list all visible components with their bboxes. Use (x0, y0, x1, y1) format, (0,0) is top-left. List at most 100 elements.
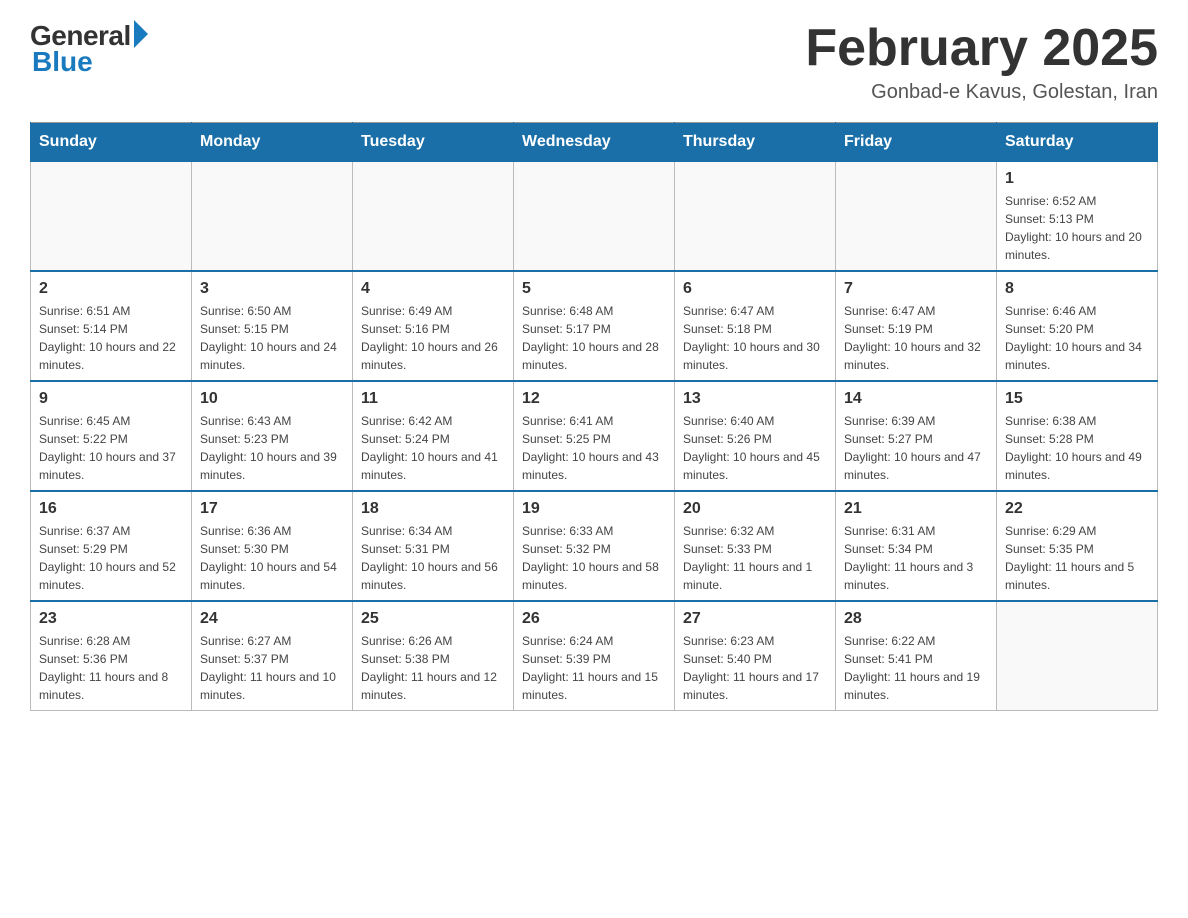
calendar-day-cell (836, 162, 997, 272)
day-sun-info: Sunrise: 6:51 AM Sunset: 5:14 PM Dayligh… (39, 302, 183, 374)
day-sun-info: Sunrise: 6:38 AM Sunset: 5:28 PM Dayligh… (1005, 412, 1149, 484)
day-sun-info: Sunrise: 6:27 AM Sunset: 5:37 PM Dayligh… (200, 632, 344, 704)
day-number: 26 (522, 610, 666, 628)
day-sun-info: Sunrise: 6:32 AM Sunset: 5:33 PM Dayligh… (683, 522, 827, 594)
day-sun-info: Sunrise: 6:28 AM Sunset: 5:36 PM Dayligh… (39, 632, 183, 704)
calendar-day-cell: 10 Sunrise: 6:43 AM Sunset: 5:23 PM Dayli… (192, 381, 353, 491)
calendar-day-cell: 11 Sunrise: 6:42 AM Sunset: 5:24 PM Dayli… (353, 381, 514, 491)
page-header: General Blue February 2025 Gonbad-e Kavu… (30, 20, 1158, 104)
calendar-day-cell: 24Sunrise: 6:27 AM Sunset: 5:37 PM Dayli… (192, 601, 353, 711)
day-number: 20 (683, 500, 827, 518)
day-sun-info: Sunrise: 6:43 AM Sunset: 5:23 PM Dayligh… (200, 412, 344, 484)
calendar-day-cell: 26 Sunrise: 6:24 AM Sunset: 5:39 PM Dayli… (514, 601, 675, 711)
calendar-day-cell: 15 Sunrise: 6:38 AM Sunset: 5:28 PM Dayli… (997, 381, 1158, 491)
calendar-week-row: 2 Sunrise: 6:51 AM Sunset: 5:14 PM Daylig… (31, 271, 1158, 381)
header-thursday: Thursday (675, 123, 836, 162)
day-sun-info: Sunrise: 6:47 AM Sunset: 5:18 PM Dayligh… (683, 302, 827, 374)
day-sun-info: Sunrise: 6:39 AM Sunset: 5:27 PM Dayligh… (844, 412, 988, 484)
day-sun-info: Sunrise: 6:49 AM Sunset: 5:16 PM Dayligh… (361, 302, 505, 374)
day-number: 25 (361, 610, 505, 628)
calendar-day-cell: 21 Sunrise: 6:31 AM Sunset: 5:34 PM Dayli… (836, 491, 997, 601)
day-sun-info: Sunrise: 6:26 AM Sunset: 5:38 PM Dayligh… (361, 632, 505, 704)
day-sun-info: Sunrise: 6:48 AM Sunset: 5:17 PM Dayligh… (522, 302, 666, 374)
calendar-day-cell: 27 Sunrise: 6:23 AM Sunset: 5:40 PM Dayli… (675, 601, 836, 711)
day-sun-info: Sunrise: 6:31 AM Sunset: 5:34 PM Dayligh… (844, 522, 988, 594)
day-sun-info: Sunrise: 6:47 AM Sunset: 5:19 PM Dayligh… (844, 302, 988, 374)
calendar-table: Sunday Monday Tuesday Wednesday Thursday… (30, 122, 1158, 711)
day-number: 23 (39, 610, 183, 628)
day-sun-info: Sunrise: 6:24 AM Sunset: 5:39 PM Dayligh… (522, 632, 666, 704)
calendar-week-row: 9 Sunrise: 6:45 AM Sunset: 5:22 PM Daylig… (31, 381, 1158, 491)
day-sun-info: Sunrise: 6:23 AM Sunset: 5:40 PM Dayligh… (683, 632, 827, 704)
calendar-day-cell: 19 Sunrise: 6:33 AM Sunset: 5:32 PM Dayli… (514, 491, 675, 601)
day-number: 17 (200, 500, 344, 518)
day-sun-info: Sunrise: 6:33 AM Sunset: 5:32 PM Dayligh… (522, 522, 666, 594)
calendar-day-cell (31, 162, 192, 272)
logo-blue-text: Blue (32, 46, 93, 78)
day-sun-info: Sunrise: 6:52 AM Sunset: 5:13 PM Dayligh… (1005, 192, 1149, 264)
day-number: 1 (1005, 170, 1149, 188)
header-friday: Friday (836, 123, 997, 162)
day-number: 14 (844, 390, 988, 408)
calendar-day-cell: 17Sunrise: 6:36 AM Sunset: 5:30 PM Dayli… (192, 491, 353, 601)
calendar-day-cell: 2 Sunrise: 6:51 AM Sunset: 5:14 PM Daylig… (31, 271, 192, 381)
day-number: 13 (683, 390, 827, 408)
weekday-header-row: Sunday Monday Tuesday Wednesday Thursday… (31, 123, 1158, 162)
header-sunday: Sunday (31, 123, 192, 162)
day-number: 15 (1005, 390, 1149, 408)
day-number: 18 (361, 500, 505, 518)
calendar-day-cell: 14 Sunrise: 6:39 AM Sunset: 5:27 PM Dayli… (836, 381, 997, 491)
day-sun-info: Sunrise: 6:45 AM Sunset: 5:22 PM Dayligh… (39, 412, 183, 484)
header-monday: Monday (192, 123, 353, 162)
logo: General Blue (30, 20, 148, 78)
calendar-day-cell: 23 Sunrise: 6:28 AM Sunset: 5:36 PM Dayli… (31, 601, 192, 711)
header-wednesday: Wednesday (514, 123, 675, 162)
day-sun-info: Sunrise: 6:37 AM Sunset: 5:29 PM Dayligh… (39, 522, 183, 594)
day-number: 16 (39, 500, 183, 518)
calendar-day-cell: 9 Sunrise: 6:45 AM Sunset: 5:22 PM Daylig… (31, 381, 192, 491)
calendar-day-cell (353, 162, 514, 272)
calendar-day-cell (514, 162, 675, 272)
day-number: 11 (361, 390, 505, 408)
calendar-week-row: 23 Sunrise: 6:28 AM Sunset: 5:36 PM Dayli… (31, 601, 1158, 711)
calendar-title: February 2025 (805, 20, 1158, 77)
calendar-day-cell: 7 Sunrise: 6:47 AM Sunset: 5:19 PM Daylig… (836, 271, 997, 381)
day-number: 2 (39, 280, 183, 298)
day-sun-info: Sunrise: 6:22 AM Sunset: 5:41 PM Dayligh… (844, 632, 988, 704)
calendar-day-cell: 18Sunrise: 6:34 AM Sunset: 5:31 PM Dayli… (353, 491, 514, 601)
day-sun-info: Sunrise: 6:40 AM Sunset: 5:26 PM Dayligh… (683, 412, 827, 484)
day-number: 27 (683, 610, 827, 628)
day-number: 7 (844, 280, 988, 298)
day-number: 28 (844, 610, 988, 628)
day-number: 8 (1005, 280, 1149, 298)
location-subtitle: Gonbad-e Kavus, Golestan, Iran (805, 81, 1158, 104)
calendar-day-cell: 12Sunrise: 6:41 AM Sunset: 5:25 PM Dayli… (514, 381, 675, 491)
day-sun-info: Sunrise: 6:41 AM Sunset: 5:25 PM Dayligh… (522, 412, 666, 484)
calendar-day-cell: 6Sunrise: 6:47 AM Sunset: 5:18 PM Daylig… (675, 271, 836, 381)
calendar-day-cell: 28 Sunrise: 6:22 AM Sunset: 5:41 PM Dayli… (836, 601, 997, 711)
day-sun-info: Sunrise: 6:46 AM Sunset: 5:20 PM Dayligh… (1005, 302, 1149, 374)
header-saturday: Saturday (997, 123, 1158, 162)
calendar-day-cell (192, 162, 353, 272)
day-number: 22 (1005, 500, 1149, 518)
calendar-day-cell: 25 Sunrise: 6:26 AM Sunset: 5:38 PM Dayli… (353, 601, 514, 711)
calendar-day-cell: 13 Sunrise: 6:40 AM Sunset: 5:26 PM Dayli… (675, 381, 836, 491)
calendar-week-row: 1 Sunrise: 6:52 AM Sunset: 5:13 PM Daylig… (31, 162, 1158, 272)
day-number: 21 (844, 500, 988, 518)
day-sun-info: Sunrise: 6:42 AM Sunset: 5:24 PM Dayligh… (361, 412, 505, 484)
logo-triangle-icon (134, 20, 148, 48)
day-number: 3 (200, 280, 344, 298)
day-number: 10 (200, 390, 344, 408)
calendar-day-cell: 8 Sunrise: 6:46 AM Sunset: 5:20 PM Daylig… (997, 271, 1158, 381)
calendar-day-cell (997, 601, 1158, 711)
day-number: 19 (522, 500, 666, 518)
calendar-day-cell: 5 Sunrise: 6:48 AM Sunset: 5:17 PM Daylig… (514, 271, 675, 381)
day-number: 5 (522, 280, 666, 298)
day-sun-info: Sunrise: 6:29 AM Sunset: 5:35 PM Dayligh… (1005, 522, 1149, 594)
calendar-week-row: 16 Sunrise: 6:37 AM Sunset: 5:29 PM Dayli… (31, 491, 1158, 601)
calendar-day-cell: 22 Sunrise: 6:29 AM Sunset: 5:35 PM Dayli… (997, 491, 1158, 601)
day-number: 9 (39, 390, 183, 408)
calendar-day-cell: 16 Sunrise: 6:37 AM Sunset: 5:29 PM Dayli… (31, 491, 192, 601)
calendar-day-cell: 3 Sunrise: 6:50 AM Sunset: 5:15 PM Daylig… (192, 271, 353, 381)
day-sun-info: Sunrise: 6:50 AM Sunset: 5:15 PM Dayligh… (200, 302, 344, 374)
